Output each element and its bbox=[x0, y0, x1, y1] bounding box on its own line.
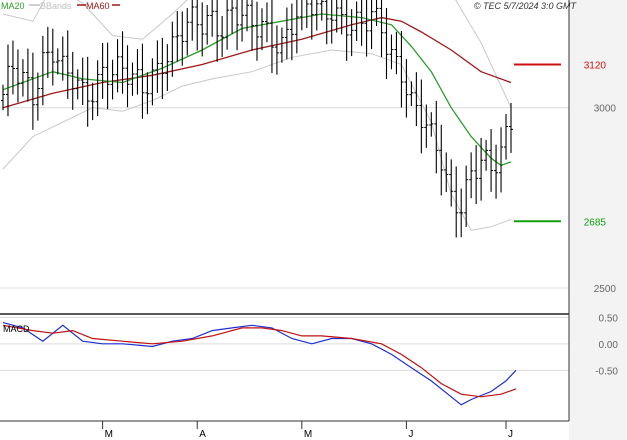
macd-y-tick-label: 0.50 bbox=[599, 313, 619, 324]
legend-ma20-label: MA20 bbox=[1, 1, 25, 11]
macd-y-tick-label: -0.50 bbox=[595, 366, 618, 377]
macd-panel-label: MACD bbox=[3, 324, 30, 334]
macd-y-tick-labels: 0.50 0.00 -0.50 bbox=[595, 313, 618, 377]
resistance-level-label: 3120 bbox=[584, 60, 607, 71]
price-y-tick-label: 3000 bbox=[594, 104, 617, 115]
x-tick-label: M bbox=[105, 429, 113, 440]
legend-bbands-label: BBands bbox=[40, 1, 72, 11]
x-tick-label: M bbox=[304, 429, 312, 440]
x-tick-label: J bbox=[408, 429, 413, 440]
legend-ma60-label: MA60 bbox=[86, 1, 110, 11]
copyright-timestamp: © TEC 5/7/2024 3:0 GMT bbox=[474, 1, 578, 11]
x-tick-label: J bbox=[508, 429, 513, 440]
stock-chart: 3120 2685 MA20 BBands MA60 © TEC 5/7/2024… bbox=[0, 0, 627, 440]
plot-background bbox=[0, 0, 627, 440]
price-y-tick-label: 2500 bbox=[594, 284, 617, 295]
legend: MA20 BBands MA60 bbox=[1, 1, 120, 11]
support-level-label: 2685 bbox=[584, 217, 607, 228]
x-tick-label: A bbox=[199, 429, 206, 440]
macd-y-tick-label: 0.00 bbox=[599, 340, 619, 351]
